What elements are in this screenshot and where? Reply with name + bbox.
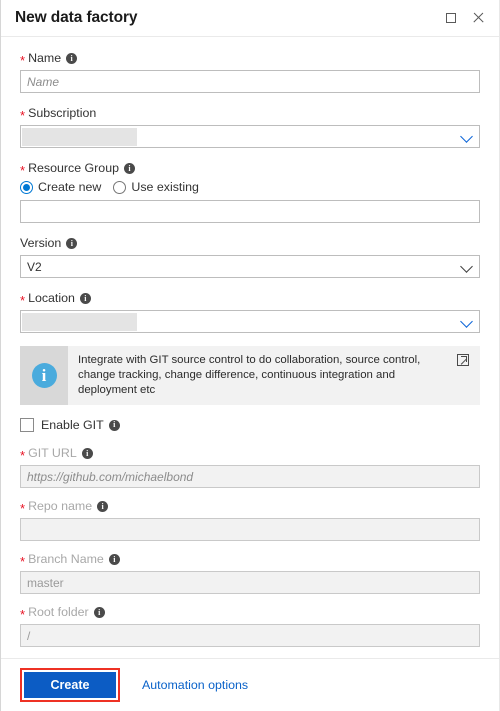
external-link-icon[interactable] — [446, 346, 480, 405]
field-name: * Name i Name — [20, 51, 480, 93]
location-label: Location — [28, 291, 75, 305]
radio-use-existing-label: Use existing — [131, 180, 199, 194]
branch-name-label-row: * Branch Name i — [20, 552, 480, 569]
field-resource-group: * Resource Group i Create new Use existi… — [20, 161, 480, 223]
create-button-highlight: Create — [20, 668, 120, 702]
name-input-placeholder: Name — [27, 74, 60, 89]
new-data-factory-blade: New data factory * Name i Name * Subscri… — [0, 0, 500, 711]
required-asterisk: * — [20, 162, 26, 178]
version-dropdown[interactable]: V2 — [20, 255, 480, 278]
required-asterisk: * — [20, 606, 26, 622]
repo-name-input[interactable] — [20, 518, 480, 541]
required-asterisk: * — [20, 107, 26, 123]
info-icon[interactable]: i — [93, 607, 105, 618]
repo-name-label: Repo name — [28, 499, 93, 513]
field-version: Version i V2 — [20, 236, 480, 278]
required-asterisk: * — [20, 292, 26, 308]
subscription-label-row: * Subscription — [20, 106, 480, 123]
required-asterisk: * — [20, 500, 26, 516]
location-dropdown[interactable] — [20, 310, 480, 333]
resource-group-label: Resource Group — [28, 161, 119, 175]
info-icon[interactable]: i — [66, 238, 78, 249]
form-body: * Name i Name * Subscription * Resource … — [1, 37, 499, 658]
git-url-label: GIT URL — [28, 446, 77, 460]
blade-footer: Create Automation options — [1, 658, 499, 711]
subscription-redacted-value — [22, 128, 137, 146]
version-label: Version — [20, 236, 62, 250]
radio-dot-icon — [113, 180, 127, 194]
repo-name-label-row: * Repo name i — [20, 499, 480, 516]
chevron-down-icon — [460, 259, 473, 273]
maximize-square-icon[interactable] — [442, 9, 460, 27]
info-icon[interactable]: i — [108, 419, 120, 431]
branch-name-placeholder: master — [27, 575, 64, 590]
field-subscription: * Subscription — [20, 106, 480, 148]
branch-name-input[interactable]: master — [20, 571, 480, 594]
required-asterisk: * — [20, 447, 26, 463]
info-icon[interactable]: i — [97, 501, 109, 512]
git-info-banner-text: Integrate with GIT source control to do … — [78, 354, 421, 396]
root-folder-label-row: * Root folder i — [20, 605, 480, 622]
enable-git-label: Enable GIT — [41, 418, 104, 432]
radio-dot-icon — [20, 180, 33, 194]
name-input[interactable]: Name — [20, 70, 480, 93]
automation-options-link[interactable]: Automation options — [142, 678, 248, 692]
info-icon[interactable]: i — [123, 163, 135, 174]
git-url-label-row: * GIT URL i — [20, 446, 480, 463]
field-branch-name: * Branch Name i master — [20, 552, 480, 594]
info-icon[interactable]: i — [79, 293, 91, 304]
subscription-label: Subscription — [28, 106, 97, 120]
version-value: V2 — [27, 259, 42, 274]
branch-name-label: Branch Name — [28, 552, 104, 566]
chevron-down-icon — [460, 129, 473, 143]
name-label: Name — [28, 51, 62, 65]
resource-group-label-row: * Resource Group i — [20, 161, 480, 178]
radio-create-new[interactable]: Create new — [20, 180, 101, 194]
subscription-dropdown[interactable] — [20, 125, 480, 148]
field-git-url: * GIT URL i https://github.com/michaelbo… — [20, 446, 480, 488]
page-title: New data factory — [15, 9, 138, 26]
blade-header: New data factory — [1, 0, 499, 37]
create-button[interactable]: Create — [24, 672, 116, 698]
info-icon[interactable]: i — [66, 53, 78, 64]
git-url-placeholder: https://github.com/michaelbond — [27, 469, 194, 484]
name-label-row: * Name i — [20, 51, 480, 68]
root-folder-placeholder: / — [27, 628, 31, 643]
location-label-row: * Location i — [20, 291, 480, 308]
close-x-icon[interactable] — [469, 9, 487, 27]
info-icon[interactable]: i — [108, 554, 120, 565]
required-asterisk: * — [20, 52, 26, 68]
field-location: * Location i — [20, 291, 480, 333]
git-url-input[interactable]: https://github.com/michaelbond — [20, 465, 480, 488]
enable-git-label-row: Enable GIT i — [41, 418, 120, 432]
git-info-banner: i Integrate with GIT source control to d… — [20, 346, 480, 405]
info-circle-icon: i — [20, 346, 68, 405]
resource-group-radio-group: Create new Use existing — [20, 180, 480, 194]
radio-create-new-label: Create new — [38, 180, 102, 194]
field-repo-name: * Repo name i — [20, 499, 480, 541]
location-redacted-value — [22, 313, 137, 331]
required-asterisk: * — [20, 553, 26, 569]
chevron-down-icon — [460, 314, 473, 328]
info-icon[interactable]: i — [81, 448, 93, 459]
resource-group-input[interactable] — [20, 200, 480, 223]
radio-use-existing[interactable]: Use existing — [113, 180, 199, 194]
enable-git-checkbox[interactable]: Enable GIT i — [20, 418, 480, 432]
root-folder-input[interactable]: / — [20, 624, 480, 647]
field-root-folder: * Root folder i / — [20, 605, 480, 647]
version-label-row: Version i — [20, 236, 480, 251]
header-icon-group — [442, 9, 487, 27]
checkbox-box-icon — [20, 418, 34, 432]
root-folder-label: Root folder — [28, 605, 89, 619]
